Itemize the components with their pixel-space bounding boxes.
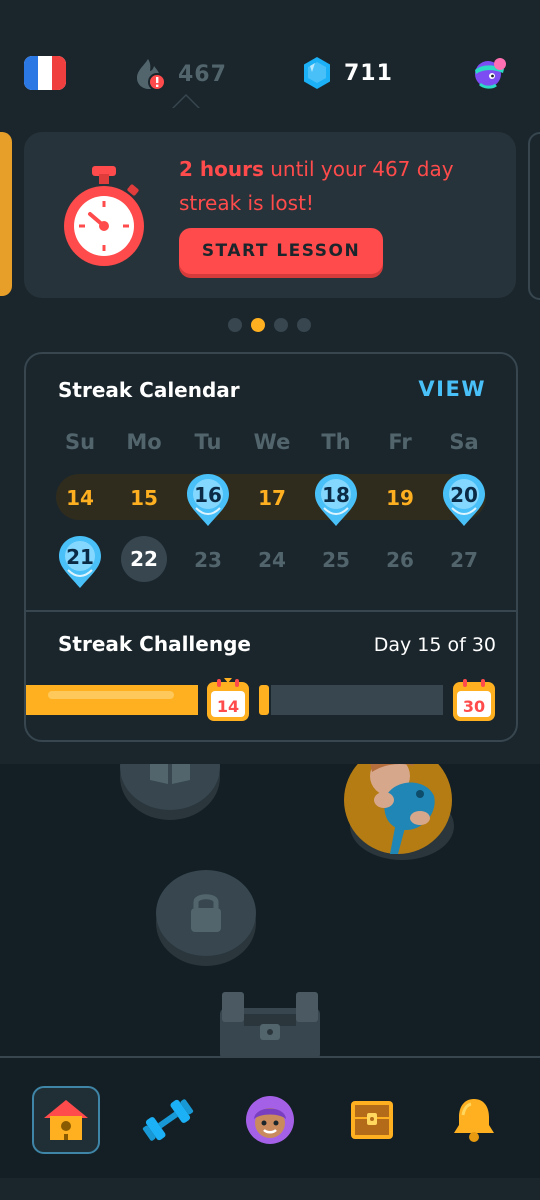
gem-count: 711: [344, 60, 393, 86]
practice-dumbbell-icon: [142, 1099, 194, 1141]
carousel-dots: [228, 318, 311, 332]
freeze-day-marker[interactable]: 21: [56, 534, 104, 590]
calendar-day[interactable]: 19: [368, 486, 432, 510]
milestone-end-day: 30: [462, 697, 486, 716]
book-lesson-node[interactable]: [120, 764, 220, 810]
home-icon: [44, 1100, 88, 1140]
calendar-day[interactable]: 26: [368, 548, 432, 572]
carousel-prev-card[interactable]: [0, 132, 12, 296]
hours-remaining: 2 hours: [179, 157, 264, 181]
start-lesson-button[interactable]: START LESSON: [179, 228, 383, 274]
chest-icon: [220, 992, 320, 1056]
streak-warning-text: 2 hours until your 467 day streak is los…: [179, 152, 489, 220]
calendar-day[interactable]: 14: [48, 486, 112, 510]
profile-avatar-icon: [246, 1096, 294, 1144]
calendar-day: 21: [66, 545, 94, 569]
calendar-day[interactable]: 15: [112, 486, 176, 510]
nav-shop[interactable]: [338, 1086, 406, 1154]
system-nav-strip: [0, 1178, 540, 1200]
gems-stat-button[interactable]: 711: [302, 56, 393, 90]
freeze-day-marker[interactable]: 20: [440, 472, 488, 528]
locked-lesson-node[interactable]: [156, 870, 256, 956]
nav-profile[interactable]: [236, 1086, 304, 1154]
streak-stat-button[interactable]: 467: [134, 56, 227, 92]
streak-warning-card: 2 hours until your 467 day streak is los…: [24, 132, 516, 298]
calendar-day[interactable]: 25: [304, 548, 368, 572]
weekday-label: Th: [321, 430, 351, 454]
calendar-day[interactable]: 24: [240, 548, 304, 572]
carousel-dot-active[interactable]: [251, 318, 265, 332]
weekday-label: Mo: [126, 430, 162, 454]
nav-home[interactable]: [32, 1086, 100, 1154]
learning-path: [0, 764, 540, 1056]
streak-calendar-card: Streak Calendar VIEW Su Mo Tu We Th Fr S…: [24, 352, 518, 742]
book-icon: [150, 764, 190, 784]
calendar-today[interactable]: 22: [121, 536, 167, 582]
challenge-title: Streak Challenge: [58, 632, 251, 656]
nav-practice[interactable]: [134, 1086, 202, 1154]
calendar-milestone-icon: 14: [206, 678, 250, 722]
challenge-progress-text: Day 15 of 30: [373, 634, 496, 656]
weekday-label: Fr: [388, 430, 412, 454]
carousel-dot[interactable]: [228, 318, 242, 332]
character-hugging-cat: [340, 764, 462, 864]
top-bar: 467 711: [0, 0, 540, 108]
weekday-label: Tu: [194, 430, 222, 454]
globe-character-icon[interactable]: [470, 54, 512, 96]
view-calendar-link[interactable]: VIEW: [418, 377, 486, 401]
chest-node[interactable]: [214, 988, 326, 1056]
treasure-chest-icon: [351, 1101, 393, 1139]
calendar-day: 16: [194, 483, 222, 507]
lock-icon: [191, 894, 221, 932]
calendar-day[interactable]: 17: [240, 486, 304, 510]
calendar-title: Streak Calendar: [58, 378, 240, 402]
calendar-day: 20: [450, 483, 478, 507]
weekday-label: We: [253, 430, 291, 454]
carousel-next-card[interactable]: [528, 132, 540, 300]
course-flag-button[interactable]: [24, 56, 66, 90]
carousel-dot[interactable]: [274, 318, 288, 332]
calendar-day[interactable]: 27: [432, 548, 496, 572]
streak-count: 467: [178, 61, 227, 87]
calendar-goal-icon: 30: [452, 678, 496, 722]
bell-icon: [454, 1099, 494, 1142]
gem-icon: [304, 57, 330, 89]
challenge-progress-track: [271, 685, 443, 715]
carousel-dot[interactable]: [297, 318, 311, 332]
freeze-day-marker[interactable]: 16: [184, 472, 232, 528]
weekday-label: Su: [64, 430, 96, 454]
challenge-progress-segment: [259, 685, 269, 715]
bottom-navigation: [0, 1056, 540, 1180]
divider: [26, 610, 516, 612]
calendar-day[interactable]: 23: [176, 548, 240, 572]
nav-notifications[interactable]: [440, 1086, 508, 1154]
challenge-progress-fill: [26, 685, 198, 715]
weekday-label: Sa: [449, 430, 479, 454]
freeze-day-marker[interactable]: 18: [312, 472, 360, 528]
flame-warning-icon: [137, 59, 166, 91]
streak-popover: 2 hours until your 467 day streak is los…: [0, 108, 540, 764]
milestone-start-day: 14: [216, 697, 240, 716]
stopwatch-icon: [64, 166, 144, 266]
popover-caret: [172, 94, 200, 108]
calendar-day: 18: [322, 483, 350, 507]
